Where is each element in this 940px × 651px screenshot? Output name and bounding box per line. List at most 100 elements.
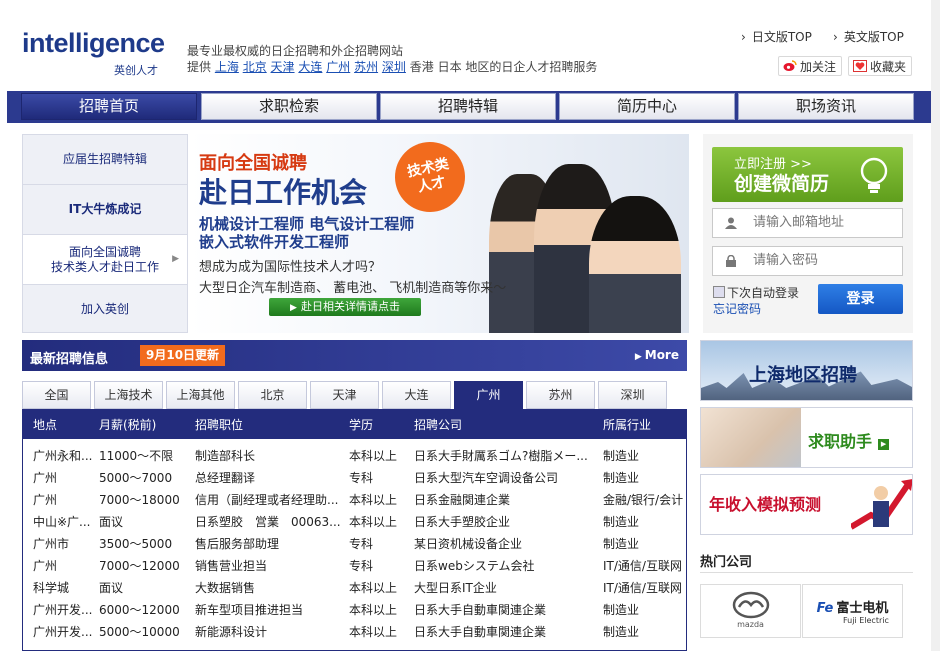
table-cell[interactable]: 制造部科长 bbox=[195, 447, 345, 464]
promo-banner[interactable]: 面向全国诚聘 赴日工作机会 机械设计工程师 电气设计工程师 嵌入式软件开发工程师… bbox=[189, 134, 689, 333]
table-row[interactable]: 广州市 3500～5000 售后服务部助理 专科 某日资机械设备企业 制造业 bbox=[23, 531, 686, 553]
remember-login-checkbox[interactable]: 下次自动登录 bbox=[713, 284, 799, 301]
heart-icon bbox=[853, 60, 867, 72]
city-tab-shanghai-tech[interactable]: 上海技术 bbox=[94, 381, 163, 409]
company-logo-fuji-electric[interactable]: Fe 富士电机 Fuji Electric bbox=[802, 584, 903, 638]
table-row[interactable]: 广州永和... 11000～不限 制造部科长 本科以上 日系大手財厲系ゴム?樹脂メー..… bbox=[23, 443, 686, 465]
city-tab-nationwide[interactable]: 全国 bbox=[22, 381, 91, 409]
city-link-tianjin[interactable]: 天津 bbox=[271, 60, 295, 74]
city-link-suzhou[interactable]: 苏州 bbox=[354, 60, 378, 74]
japanese-top-link[interactable]: 日文版TOP bbox=[741, 28, 812, 45]
more-jobs-link[interactable]: ▶ More bbox=[635, 348, 679, 362]
table-cell: IT/通信/互联网 bbox=[603, 581, 682, 595]
city-tab-beijing[interactable]: 北京 bbox=[238, 381, 307, 409]
tech-talent-badge: 技术类 人才 bbox=[388, 135, 472, 219]
table-cell: 面议 bbox=[99, 515, 124, 529]
banner-employers: 大型日企汽车制造商、 蓄电池、 飞机制造商等你来～ bbox=[199, 281, 507, 296]
table-cell[interactable]: 大型日系IT企业 bbox=[414, 579, 598, 596]
table-cell: 制造业 bbox=[603, 603, 640, 617]
forgot-password-link[interactable]: 忘记密码 bbox=[713, 300, 761, 317]
site-logo[interactable]: intelligence bbox=[22, 28, 165, 59]
table-cell: 3500～5000 bbox=[99, 537, 173, 551]
city-link-dalian[interactable]: 大连 bbox=[298, 60, 322, 74]
table-cell[interactable]: 信用（副经理或者经理助... bbox=[195, 491, 345, 508]
city-tab-shanghai-other[interactable]: 上海其他 bbox=[166, 381, 235, 409]
password-input[interactable]: 请输入密码 bbox=[712, 246, 903, 276]
shanghai-jobs-banner[interactable]: 上海地区招聘 bbox=[700, 340, 913, 401]
table-row[interactable]: 广州开发... 6000～12000 新车型项目推进担当 本科以上 日系大手自動車関連企… bbox=[23, 597, 686, 619]
favorite-button[interactable]: 收藏夹 bbox=[848, 56, 913, 76]
left-menu-japan-work[interactable]: 面向全国诚聘 技术类人才赴日工作 ▶ bbox=[23, 235, 187, 285]
table-cell[interactable]: 日系大手自動車関連企業 bbox=[414, 601, 598, 618]
table-cell[interactable]: 销售营业担当 bbox=[195, 557, 345, 574]
city-link-beijing[interactable]: 北京 bbox=[243, 60, 267, 74]
main-nav: 招聘首页 求职检索 招聘特辑 简历中心 职场资讯 bbox=[7, 91, 933, 123]
table-cell: 面议 bbox=[99, 581, 124, 595]
nav-tab-recruitment-special[interactable]: 招聘特辑 bbox=[380, 93, 556, 120]
latest-jobs-header: 最新招聘信息 9月10日更新 ▶ More bbox=[22, 340, 687, 371]
table-row[interactable]: 广州 7000～12000 销售营业担当 专科 日系webシステム会社 IT/通信/互联网 bbox=[23, 553, 686, 575]
table-cell[interactable]: 日系大型汽车空调设备公司 bbox=[414, 469, 598, 486]
left-menu-it-talent[interactable]: IT大牛炼成记 bbox=[23, 185, 187, 235]
hot-companies-title: 热门公司 bbox=[700, 555, 753, 570]
table-row[interactable]: 广州开发... 5000～10000 新能源科设计 本科以上 日系大手自動車関連企業 制造… bbox=[23, 619, 686, 641]
lock-icon bbox=[726, 255, 736, 267]
left-menu-join-us[interactable]: 加入英创 bbox=[23, 285, 187, 334]
table-cell: 科学城 bbox=[33, 581, 70, 595]
nav-tab-home[interactable]: 招聘首页 bbox=[21, 93, 197, 120]
left-menu-graduates[interactable]: 应届生招聘特辑 bbox=[23, 135, 187, 185]
table-cell[interactable]: 大数据销售 bbox=[195, 579, 345, 596]
table-cell[interactable]: 日系大手自動車関連企業 bbox=[414, 623, 598, 640]
table-cell: IT/通信/互联网 bbox=[603, 559, 682, 573]
city-link-guangzhou[interactable]: 广州 bbox=[326, 60, 350, 74]
table-cell: 7000～18000 bbox=[99, 493, 180, 507]
table-cell[interactable]: 日系webシステム会社 bbox=[414, 557, 598, 574]
table-cell: 本科以上 bbox=[349, 515, 398, 529]
city-tab-suzhou[interactable]: 苏州 bbox=[526, 381, 595, 409]
nav-tab-job-search[interactable]: 求职检索 bbox=[201, 93, 377, 120]
city-tab-guangzhou[interactable]: 广州 bbox=[454, 381, 523, 409]
table-cell: 7000～12000 bbox=[99, 559, 180, 573]
english-top-link[interactable]: 英文版TOP bbox=[833, 28, 904, 45]
nav-tab-career-news[interactable]: 职场资讯 bbox=[738, 93, 914, 120]
city-link-shenzhen[interactable]: 深圳 bbox=[382, 60, 406, 74]
table-cell[interactable]: 新能源科设计 bbox=[195, 623, 345, 640]
table-cell: 广州开发... bbox=[33, 603, 93, 617]
email-input[interactable]: 请输入邮箱地址 bbox=[712, 208, 903, 238]
table-cell: 5000～10000 bbox=[99, 625, 180, 639]
city-tab-dalian[interactable]: 大连 bbox=[382, 381, 451, 409]
banner-positions-2: 嵌入式软件开发工程师 bbox=[199, 233, 350, 251]
table-row[interactable]: 广州 5000～7000 总经理翻译 专科 日系大型汽车空调设备公司 制造业 bbox=[23, 465, 686, 487]
col-industry: 所属行业 bbox=[603, 418, 652, 432]
table-cell[interactable]: 日系金融関連企業 bbox=[414, 491, 598, 508]
table-cell[interactable]: 日系大手財厲系ゴム?樹脂メー... bbox=[414, 447, 598, 464]
banner-details-button[interactable]: ▶ 赴日相关详情请点击 bbox=[269, 298, 421, 316]
chevron-right-icon: ▶ bbox=[172, 254, 179, 264]
table-cell[interactable]: 新车型项目推进担当 bbox=[195, 601, 345, 618]
table-row[interactable]: 科学城 面议 大数据销售 本科以上 大型日系IT企业 IT/通信/互联网 bbox=[23, 575, 686, 597]
table-cell[interactable]: 某日资机械设备企业 bbox=[414, 535, 598, 552]
city-tagline: 提供 上海 北京 天津 大连 广州 苏州 深圳 香港 日本 地区的日企人才招聘服… bbox=[187, 60, 598, 74]
register-button[interactable]: 立即注册 >> 创建微简历 bbox=[712, 147, 903, 202]
table-row[interactable]: 中山※广... 面议 日系塑胶 営業 00063... 本科以上 日系大手塑胶企业 制造业 bbox=[23, 509, 686, 531]
caret-right-icon: ▶ bbox=[634, 352, 642, 362]
company-logo-mazda[interactable]: mazda bbox=[700, 584, 801, 638]
col-position: 招聘职位 bbox=[195, 418, 244, 432]
income-forecast-banner[interactable]: 年收入模拟预测 bbox=[700, 474, 913, 535]
login-button[interactable]: 登录 bbox=[818, 284, 903, 314]
site-tagline: 最专业最权威的日企招聘和外企招聘网站 bbox=[187, 44, 404, 58]
city-tab-tianjin[interactable]: 天津 bbox=[310, 381, 379, 409]
table-cell[interactable]: 日系塑胶 営業 00063... bbox=[195, 513, 345, 530]
city-tab-shenzhen[interactable]: 深圳 bbox=[598, 381, 667, 409]
table-cell[interactable]: 总经理翻译 bbox=[195, 469, 345, 486]
table-row[interactable]: 广州 7000～18000 信用（副经理或者经理助... 本科以上 日系金融関連企業 金融… bbox=[23, 487, 686, 509]
nav-tab-resume-center[interactable]: 简历中心 bbox=[559, 93, 735, 120]
city-link-shanghai[interactable]: 上海 bbox=[215, 60, 239, 74]
page-scrollbar[interactable] bbox=[931, 0, 940, 651]
table-cell[interactable]: 售后服务部助理 bbox=[195, 535, 345, 552]
table-cell: 专科 bbox=[349, 537, 374, 551]
job-assistant-banner[interactable]: 求职助手 ▶ bbox=[700, 407, 913, 468]
table-cell[interactable]: 日系大手塑胶企业 bbox=[414, 513, 598, 530]
weibo-follow-button[interactable]: 加关注 bbox=[778, 56, 843, 76]
table-cell: 广州 bbox=[33, 493, 58, 507]
